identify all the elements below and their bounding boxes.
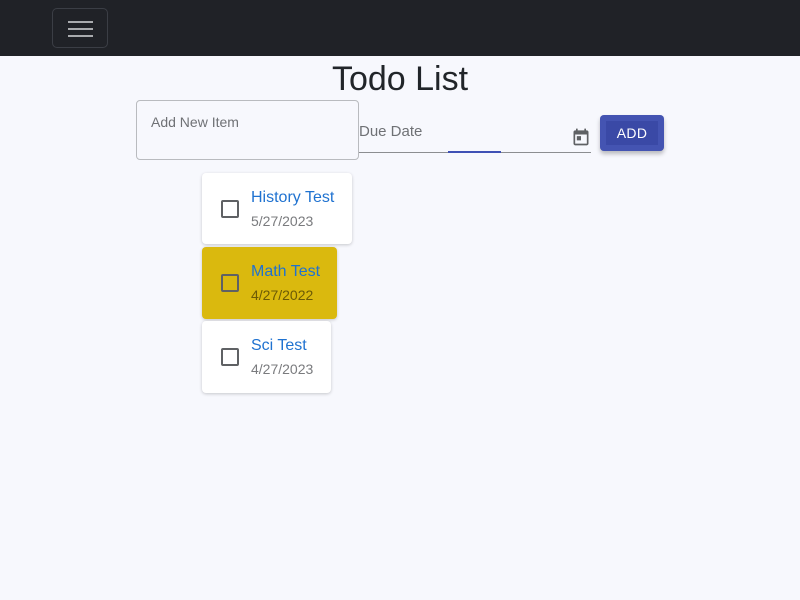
calendar-icon[interactable] (571, 127, 591, 147)
hamburger-menu-icon (68, 21, 93, 23)
due-date-label: Due Date (359, 123, 423, 140)
todo-name[interactable]: Sci Test (251, 337, 307, 355)
todo-item[interactable]: Sci Test 4/27/2023 (202, 321, 331, 393)
todo-name[interactable]: History Test (251, 189, 334, 207)
hamburger-menu-button[interactable] (52, 8, 108, 48)
due-date-field[interactable]: Due Date (359, 112, 591, 153)
page-title: Todo List (331, 60, 469, 98)
todo-checkbox[interactable] (221, 348, 239, 366)
todo-item[interactable]: History Test 5/27/2023 (202, 173, 352, 244)
hamburger-line (68, 35, 93, 37)
navbar (0, 0, 800, 56)
add-button[interactable]: ADD (600, 115, 664, 151)
todo-name[interactable]: Math Test (251, 263, 320, 281)
new-item-placeholder: Add New Item (151, 114, 239, 130)
due-date-focus-indicator (448, 151, 501, 153)
new-item-input[interactable]: Add New Item (136, 100, 359, 160)
todo-date: 5/27/2023 (251, 213, 314, 229)
todo-checkbox[interactable] (221, 274, 239, 292)
todo-date: 4/27/2023 (251, 361, 314, 377)
todo-date: 4/27/2022 (251, 287, 314, 303)
todo-item-highlighted[interactable]: Math Test 4/27/2022 (202, 247, 337, 319)
hamburger-line (68, 28, 93, 30)
todo-checkbox[interactable] (221, 200, 239, 218)
